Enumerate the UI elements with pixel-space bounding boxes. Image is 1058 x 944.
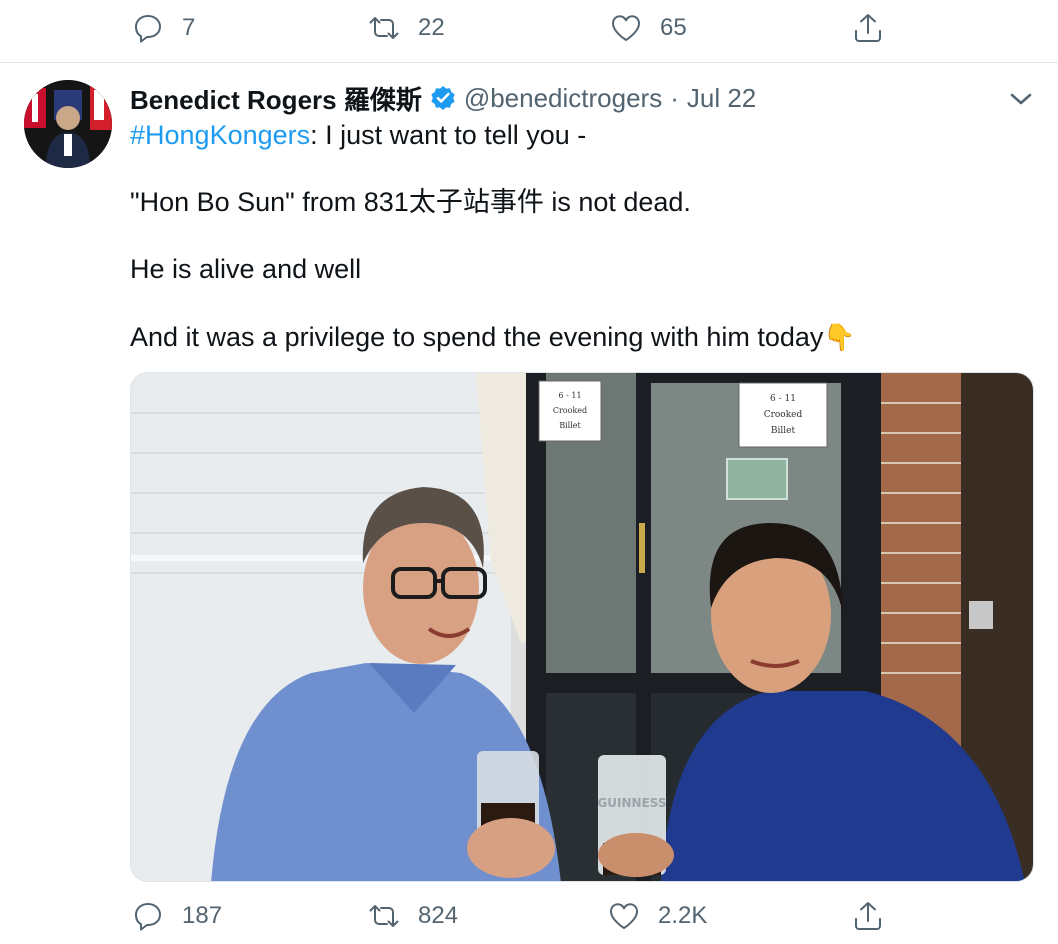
- tweet-line-2: "Hon Bo Sun" from 831太子站事件 is not dead.: [130, 187, 691, 217]
- sign-left-line-2: Crooked: [553, 406, 587, 415]
- reply-icon: [135, 15, 161, 43]
- like-count: 2.2K: [658, 902, 708, 929]
- reply-button[interactable]: 7: [132, 0, 195, 56]
- reply-count: 187: [182, 902, 223, 929]
- header-separator: ·: [670, 82, 679, 113]
- tweet-divider: [0, 62, 1058, 63]
- retweet-icon: [369, 905, 399, 927]
- reply-button[interactable]: 187: [132, 888, 222, 944]
- tweet-date[interactable]: Jul 22: [687, 83, 756, 114]
- tweet-line-4: And it was a privilege to spend the even…: [130, 320, 1030, 354]
- share-button[interactable]: [852, 888, 884, 944]
- share-icon: [855, 14, 881, 42]
- sign-right-line-1: 6 - 11: [770, 394, 796, 404]
- reply-count: 7: [182, 14, 196, 41]
- sign-right: 6 - 11 Crooked Billet: [738, 382, 828, 448]
- heart-icon: [612, 15, 640, 41]
- heart-icon: [610, 903, 638, 929]
- glass-brand-text: GUINNESS: [597, 796, 666, 810]
- share-icon: [855, 902, 881, 930]
- author-name[interactable]: Benedict Rogers 羅傑斯: [130, 80, 422, 117]
- tweet-photo[interactable]: 6 - 11 Crooked Billet 6 - 11 Crooked Bil…: [130, 372, 1034, 882]
- tweet-line-1: #HongKongers: I just want to tell you -: [130, 118, 1030, 152]
- like-count: 65: [660, 14, 687, 41]
- like-button[interactable]: 2.2K: [608, 888, 707, 944]
- verified-badge-icon: [431, 86, 455, 110]
- sign-left-line-1: 6 - 11: [558, 391, 581, 400]
- sign-left: 6 - 11 Crooked Billet: [538, 380, 602, 442]
- sign-right-line-2: Crooked: [764, 410, 803, 420]
- hashtag-link[interactable]: #HongKongers: [130, 120, 310, 150]
- previous-tweet-actions: 7 22 65: [0, 0, 1058, 60]
- retweet-button[interactable]: 824: [368, 888, 458, 944]
- tweet-header: Benedict Rogers 羅傑斯 @benedictrogers · Ju…: [130, 80, 756, 116]
- sign-right-line-3: Billet: [771, 426, 796, 436]
- pointing-down-emoji: 👇: [823, 322, 856, 352]
- tweet-line-4-text: And it was a privilege to spend the even…: [130, 322, 824, 352]
- retweet-button[interactable]: 22: [368, 0, 445, 56]
- chevron-down-icon: [1010, 93, 1032, 105]
- retweet-icon: [369, 17, 399, 39]
- tweet-line-3: He is alive and well: [130, 254, 362, 284]
- retweet-count: 824: [418, 902, 459, 929]
- sign-left-line-3: Billet: [559, 421, 581, 430]
- retweet-count: 22: [418, 14, 445, 41]
- tweet-line-1-text: : I just want to tell you -: [310, 120, 587, 150]
- more-menu-button[interactable]: [1006, 86, 1036, 112]
- share-button[interactable]: [852, 0, 884, 56]
- avatar[interactable]: [24, 80, 112, 168]
- tweet-actions: 187 824 2.2K: [0, 888, 1058, 944]
- like-button[interactable]: 65: [610, 0, 687, 56]
- author-handle[interactable]: @benedictrogers: [464, 83, 662, 114]
- reply-icon: [135, 903, 161, 931]
